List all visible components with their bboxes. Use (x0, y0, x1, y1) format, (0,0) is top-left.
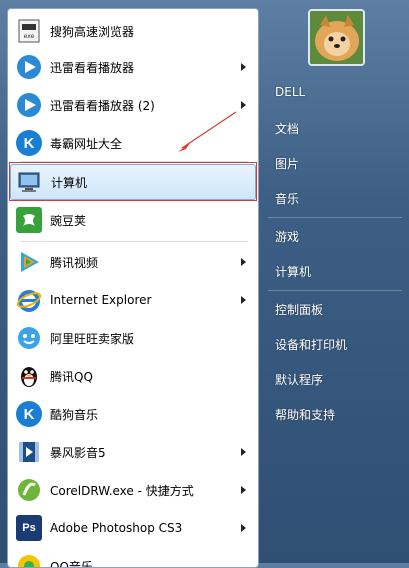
qq-music-icon (14, 551, 44, 568)
menu-item-xunlei-player-2[interactable]: 迅雷看看播放器 (2) (10, 87, 256, 123)
menu-item-tencent-video[interactable]: 腾讯视频 (10, 244, 256, 280)
divider (268, 290, 402, 291)
submenu-arrow-icon[interactable] (241, 101, 246, 109)
right-link-documents[interactable]: 文档 (275, 120, 299, 137)
right-link-music[interactable]: 音乐 (275, 190, 299, 207)
baofeng-player-icon (14, 437, 44, 467)
right-link-devices-printers[interactable]: 设备和打印机 (275, 336, 347, 353)
submenu-arrow-icon[interactable] (241, 524, 246, 532)
menu-item-xunlei-player[interactable]: 迅雷看看播放器 (10, 49, 256, 85)
menu-item-sogou-browser[interactable]: exe 搜狗高速浏览器 (10, 13, 256, 49)
submenu-arrow-icon[interactable] (241, 258, 246, 266)
right-link-games[interactable]: 游戏 (275, 228, 299, 245)
divider (268, 217, 402, 218)
menu-item-label: Adobe Photoshop CS3 (50, 521, 182, 535)
menu-item-label: 迅雷看看播放器 (2) (50, 97, 155, 114)
divider (20, 161, 248, 162)
svg-text:exe: exe (24, 33, 35, 40)
menu-item-label: 迅雷看看播放器 (50, 59, 134, 76)
right-link-pictures[interactable]: 图片 (275, 155, 299, 172)
tencent-video-icon (14, 247, 44, 277)
sogou-browser-icon: exe (14, 16, 44, 46)
submenu-arrow-icon[interactable] (241, 63, 246, 71)
menu-item-internet-explorer[interactable]: Internet Explorer (10, 282, 256, 318)
submenu-arrow-icon[interactable] (241, 486, 246, 494)
photoshop-icon: Ps (14, 513, 44, 543)
qq-penguin-icon (14, 361, 44, 391)
menu-item-aliwangwang[interactable]: 阿里旺旺卖家版 (10, 320, 256, 356)
xunlei-player-icon (14, 52, 44, 82)
menu-item-label: 毒霸网址大全 (50, 135, 122, 152)
submenu-arrow-icon[interactable] (241, 296, 246, 304)
menu-item-qq[interactable]: 腾讯QQ (10, 358, 256, 394)
xunlei-player-icon (14, 90, 44, 120)
divider (20, 241, 248, 242)
menu-item-label: 豌豆荚 (50, 212, 86, 229)
kugou-music-icon: K (14, 399, 44, 429)
menu-item-label: 腾讯视频 (50, 254, 98, 271)
menu-item-label: 搜狗高速浏览器 (50, 23, 134, 40)
menu-item-coreldraw[interactable]: CorelDRW.exe - 快捷方式 (10, 472, 256, 508)
right-link-control-panel[interactable]: 控制面板 (275, 301, 323, 318)
duba-icon: K (14, 128, 44, 158)
submenu-arrow-icon[interactable] (241, 448, 246, 456)
menu-item-label: 阿里旺旺卖家版 (50, 330, 134, 347)
menu-item-duba[interactable]: K 毒霸网址大全 (10, 125, 256, 161)
computer-icon (15, 167, 45, 197)
menu-item-computer[interactable]: 计算机 (10, 164, 256, 200)
coreldraw-icon (14, 475, 44, 505)
menu-item-label: Internet Explorer (50, 293, 151, 307)
menu-item-label: CorelDRW.exe - 快捷方式 (50, 482, 194, 499)
pomeranian-dog-avatar (310, 11, 363, 64)
menu-item-qq-music[interactable]: QQ音乐 (10, 548, 256, 568)
menu-item-baofeng[interactable]: 暴风影音5 (10, 434, 256, 470)
right-link-default-programs[interactable]: 默认程序 (275, 371, 323, 388)
aliwangwang-icon (14, 323, 44, 353)
menu-item-wandoujia[interactable]: 豌豆荚 (10, 202, 256, 238)
menu-item-photoshop[interactable]: Ps Adobe Photoshop CS3 (10, 510, 256, 546)
menu-item-label: 计算机 (51, 174, 87, 191)
internet-explorer-icon (14, 285, 44, 315)
right-link-computer[interactable]: 计算机 (275, 263, 311, 280)
user-avatar[interactable] (308, 9, 365, 66)
menu-item-label: 酷狗音乐 (50, 406, 98, 423)
right-link-help-support[interactable]: 帮助和支持 (275, 406, 335, 423)
programs-pane: exe 搜狗高速浏览器 迅雷看看播放器 迅雷看看播放器 (2) K 毒霸网址大全… (7, 8, 259, 568)
wandoujia-icon (14, 205, 44, 235)
menu-item-kugou[interactable]: K 酷狗音乐 (10, 396, 256, 432)
menu-item-label: 腾讯QQ (50, 368, 93, 385)
right-link-dell[interactable]: DELL (275, 85, 305, 99)
menu-item-label: 暴风影音5 (50, 444, 106, 461)
